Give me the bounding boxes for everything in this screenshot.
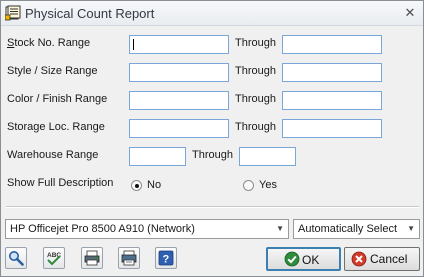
description-yes-radio[interactable]: [243, 180, 254, 191]
description-no-radio[interactable]: [131, 180, 142, 191]
dialog-title: Physical Count Report: [25, 6, 155, 21]
description-no-label[interactable]: No: [147, 179, 161, 191]
paper-tray-select-value: Automatically Select: [298, 223, 398, 235]
ok-button[interactable]: OK: [266, 247, 341, 271]
storage-loc-through-label: Through: [235, 121, 276, 133]
spell-check-button[interactable]: ABC: [43, 247, 65, 269]
printer-icon: [121, 250, 137, 266]
style-size-range-label: Style / Size Range: [7, 65, 98, 77]
stock-no-through-label: Through: [235, 37, 276, 49]
help-button[interactable]: ?: [155, 247, 177, 269]
report-app-icon: [5, 5, 21, 21]
stock-no-to-input[interactable]: [282, 35, 382, 54]
stock-no-range-label: Stock No. Range: [7, 37, 90, 49]
cancel-x-icon: [351, 251, 367, 267]
style-size-through-label: Through: [235, 65, 276, 77]
preview-button[interactable]: [5, 247, 27, 269]
spell-check-icon: ABC: [47, 252, 61, 266]
separator: [6, 206, 419, 208]
storage-loc-from-input[interactable]: [129, 119, 229, 138]
printer-select-value: HP Officejet Pro 8500 A910 (Network): [10, 223, 195, 235]
chevron-down-icon: ▼: [276, 224, 284, 233]
warehouse-through-label: Through: [192, 149, 233, 161]
cancel-button[interactable]: Cancel: [344, 247, 420, 271]
title-bar: Physical Count Report ✕: [1, 1, 423, 26]
print-preview-icon: [84, 250, 100, 266]
ok-check-icon: [284, 251, 300, 267]
stock-no-range-label-rest: tock No. Range: [14, 37, 91, 49]
color-finish-range-label: Color / Finish Range: [7, 93, 108, 105]
cancel-button-label: Cancel: [370, 252, 408, 266]
help-icon: ?: [158, 250, 174, 266]
print-preview-button[interactable]: [81, 247, 103, 269]
warehouse-from-input[interactable]: [129, 147, 186, 166]
description-yes-label[interactable]: Yes: [259, 179, 277, 191]
print-button[interactable]: [118, 247, 140, 269]
style-size-from-input[interactable]: [129, 63, 229, 82]
ok-button-label: OK: [302, 253, 320, 267]
storage-loc-range-label: Storage Loc. Range: [7, 121, 105, 133]
stock-no-from-input[interactable]: [129, 35, 229, 54]
paper-tray-select[interactable]: Automatically Select ▼: [293, 219, 420, 239]
warehouse-to-input[interactable]: [239, 147, 296, 166]
chevron-down-icon: ▼: [407, 224, 415, 233]
physical-count-report-dialog: Physical Count Report ✕ Stock No. Range …: [0, 0, 424, 277]
close-button[interactable]: ✕: [401, 4, 419, 22]
color-finish-from-input[interactable]: [129, 91, 229, 110]
style-size-to-input[interactable]: [282, 63, 382, 82]
svg-text:?: ?: [163, 254, 170, 266]
storage-loc-to-input[interactable]: [282, 119, 382, 138]
magnifier-preview-icon: [9, 251, 24, 266]
color-finish-through-label: Through: [235, 93, 276, 105]
warehouse-range-label: Warehouse Range: [7, 149, 99, 161]
show-full-description-label: Show Full Description: [7, 177, 114, 189]
color-finish-to-input[interactable]: [282, 91, 382, 110]
printer-select[interactable]: HP Officejet Pro 8500 A910 (Network) ▼: [5, 219, 289, 239]
